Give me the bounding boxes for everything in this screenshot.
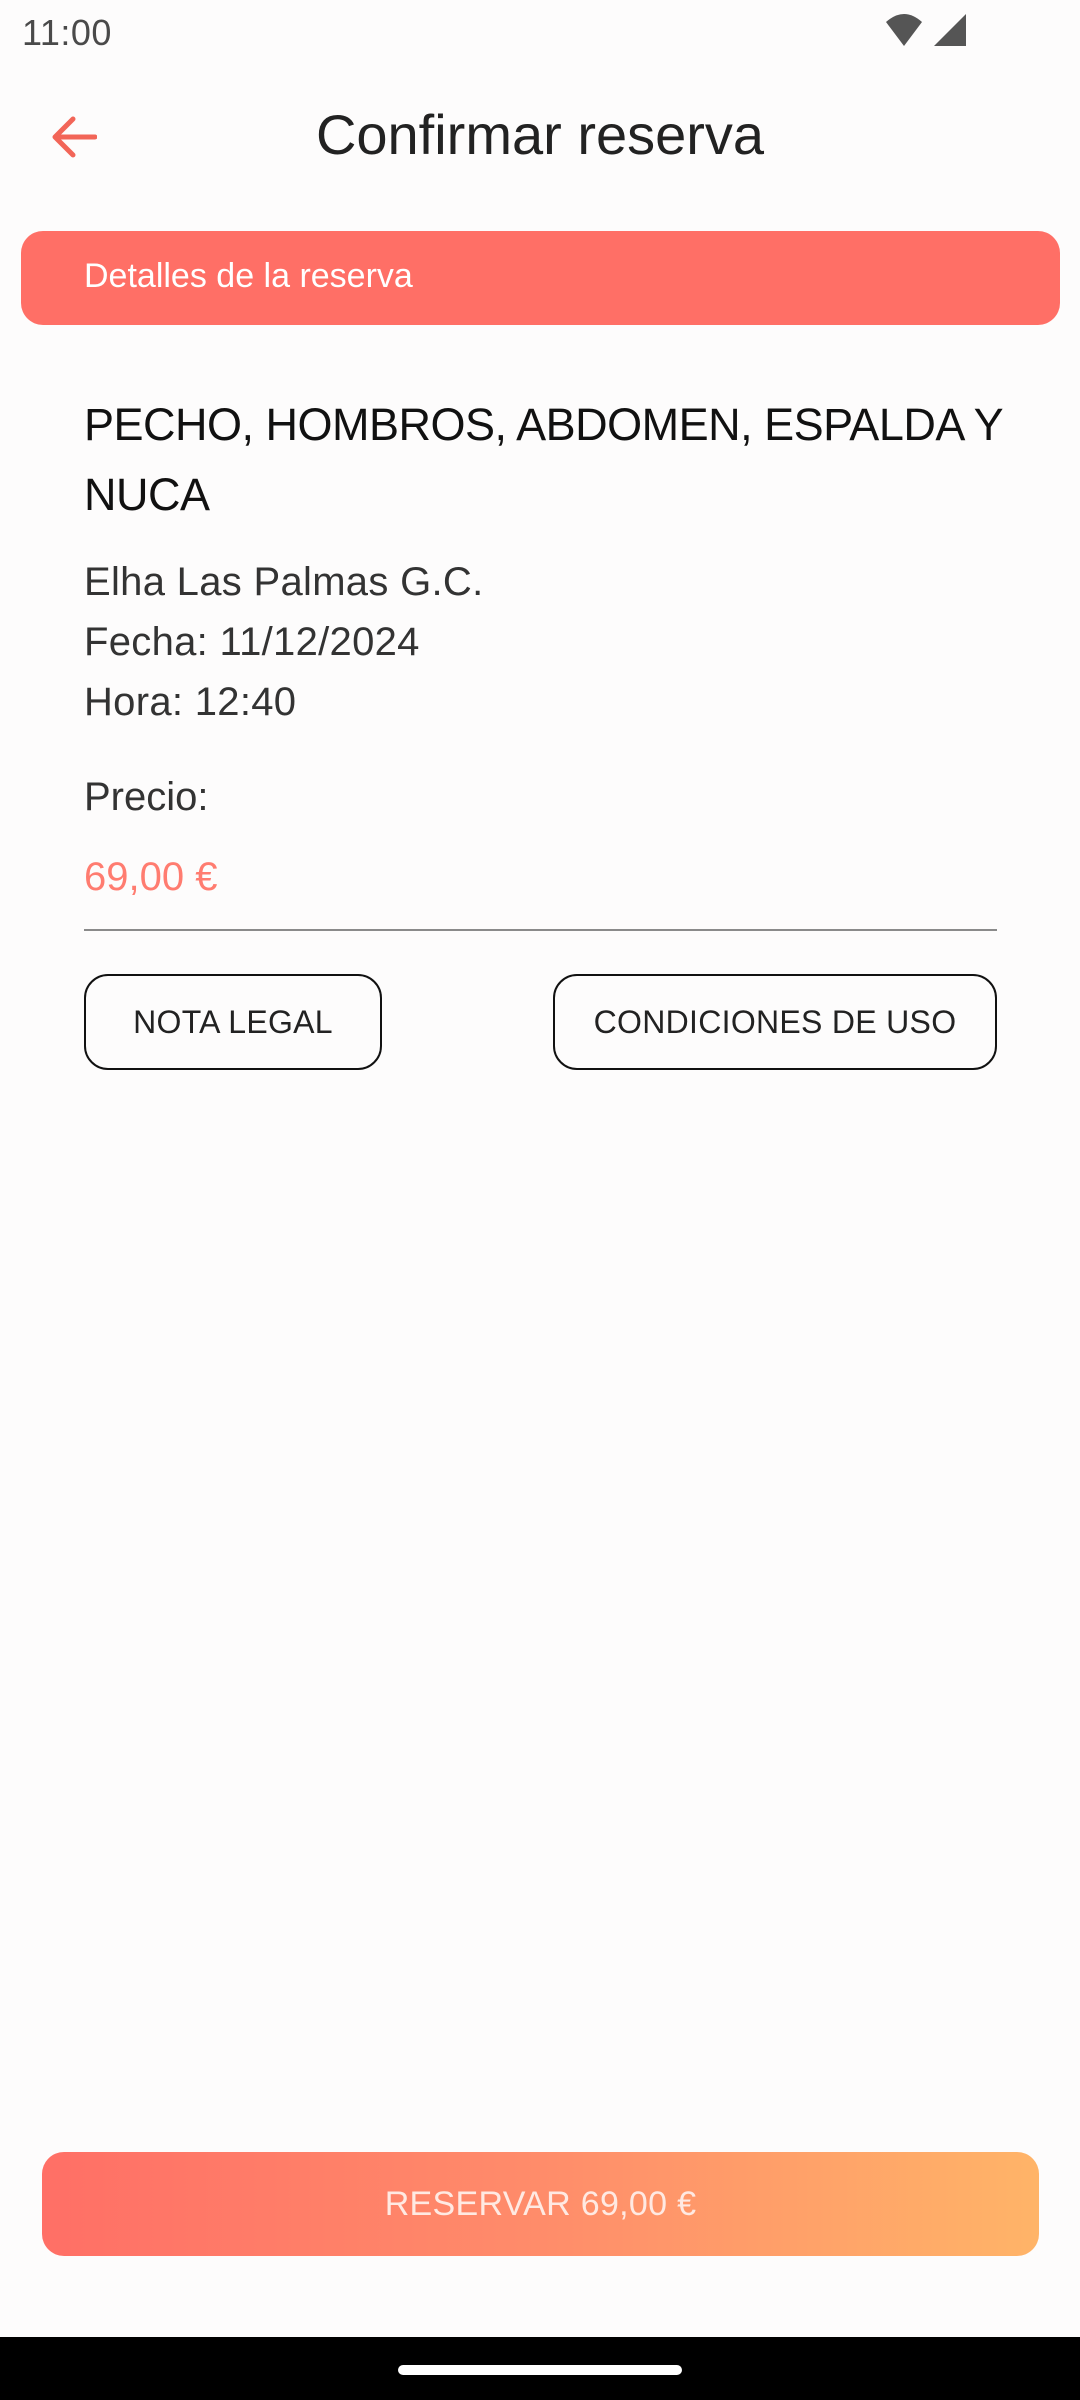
home-indicator[interactable]	[398, 2365, 682, 2375]
price-value: 69,00 €	[84, 855, 218, 899]
price-divider	[84, 929, 997, 931]
date-text: Fecha: 11/12/2024	[84, 620, 420, 664]
system-nav-bar	[0, 2337, 1080, 2400]
screen: 11:00 Confirmar reserva Detalles de la r…	[0, 0, 1080, 2400]
legal-notice-button[interactable]: NOTA LEGAL	[84, 974, 382, 1070]
reserve-button[interactable]: RESERVAR 69,00 €	[42, 2152, 1039, 2256]
wifi-icon	[884, 12, 924, 53]
app-bar: Confirmar reserva	[0, 80, 1080, 190]
reserve-button-label: RESERVAR 69,00 €	[384, 2184, 697, 2223]
banner-label: Detalles de la reserva	[84, 257, 413, 295]
price-label: Precio:	[84, 775, 209, 819]
cellular-signal-icon	[932, 12, 968, 53]
status-icons	[884, 12, 968, 53]
time-text: Hora: 12:40	[84, 680, 297, 724]
location-text: Elha Las Palmas G.C.	[84, 560, 484, 604]
status-bar: 11:00	[0, 0, 1080, 62]
treatment-title: PECHO, HOMBROS, ABDOMEN, ESPALDA Y NUCA	[84, 399, 1003, 520]
section-banner: Detalles de la reserva	[21, 231, 1060, 325]
terms-of-use-button[interactable]: CONDICIONES DE USO	[553, 974, 997, 1070]
status-time: 11:00	[22, 12, 112, 53]
page-title: Confirmar reserva	[315, 103, 765, 166]
